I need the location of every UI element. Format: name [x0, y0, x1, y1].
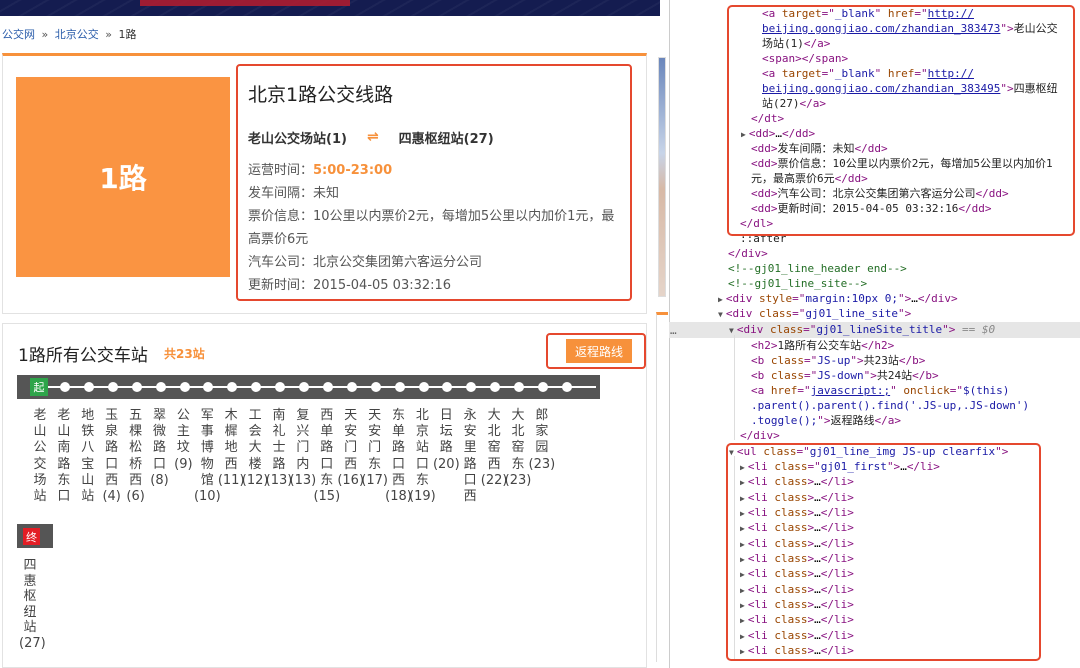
devtools-dom-node[interactable]: </div> [728, 246, 768, 261]
breadcrumb-separator: » [41, 28, 49, 41]
station-dot [299, 382, 309, 392]
breadcrumb-current: 1路 [118, 28, 137, 41]
station-item[interactable]: 永安里路口西 [459, 408, 481, 505]
devtools-indent-guide [734, 335, 735, 440]
devtools-highlight-dl [727, 5, 1075, 236]
station-dot [322, 382, 333, 392]
devtools-dom-node[interactable]: .parent().parent().find('.JS-up,.JS-down… [751, 398, 1029, 413]
breadcrumb-separator: » [105, 28, 112, 41]
breadcrumb-home-link[interactable]: 公交网 [2, 28, 35, 41]
station-item[interactable]: 复兴门内 (13) [290, 408, 317, 489]
station-dot [538, 382, 548, 392]
bus-line-page: 公交网 » 北京公交 » 1路 1路 北京1路公交线路 老山公交场站(1) ⇌ … [0, 0, 660, 668]
devtools-dom-node[interactable]: <!--gj01_line_header end--> [728, 261, 907, 276]
stations-title: 1路所有公交车站 [18, 346, 148, 366]
station-dot [83, 382, 94, 392]
devtools-dom-node[interactable]: <h2>1路所有公交车站</h2> [751, 338, 894, 353]
devtools-dom-node[interactable]: ▼ <div class="gj01_line_site"> [718, 306, 911, 322]
stations-count: 共23站 [164, 347, 205, 361]
devtools-highlight-ul [726, 443, 1041, 661]
station-item[interactable]: 老山公交场站 [29, 408, 51, 505]
start-badge: 起 [30, 378, 48, 396]
station-item[interactable]: 天安门东 (17) [361, 408, 388, 489]
station-item[interactable]: 大北窑东 (23) [505, 408, 532, 489]
bidirectional-arrow-icon: ⇌ [366, 129, 379, 145]
line-info-list: 运营时间：5:00-23:00 发车间隔：未知 票价信息：10公里以内票价2元，… [248, 159, 620, 297]
line-logo: 1路 [16, 77, 230, 277]
station-item[interactable]: 翠微路口 (8) [149, 408, 171, 489]
devtools-dom-node[interactable]: ▼ <div class="gj01_lineSite_title"> == $0 [729, 322, 995, 338]
station-item[interactable]: 老山南路东口 [53, 408, 75, 505]
devtools-dom-node[interactable]: <b class="JS-down">共24站</b> [751, 368, 939, 383]
operating-hours-label: 运营时间： [248, 163, 314, 178]
banner-logo-fragment [140, 0, 350, 6]
operating-hours: 运营时间：5:00-23:00 [248, 159, 620, 182]
station-dot [370, 382, 381, 392]
sidebar-panel-edge [656, 312, 668, 662]
sidebar-image-thumbnail [658, 57, 666, 297]
line-info-highlight: 北京1路公交线路 老山公交场站(1) ⇌ 四惠枢纽站(27) 运营时间：5:00… [236, 64, 632, 301]
end-station-item[interactable]: 四惠枢纽站 (27) [19, 558, 46, 651]
station-dot [107, 382, 118, 392]
station-dot [179, 382, 190, 392]
station-dot [155, 382, 166, 392]
devtools-dom-node[interactable]: .toggle();">返程路线</a> [751, 413, 901, 428]
station-dot [60, 382, 70, 392]
update-time: 更新时间：2015-04-05 03:32:16 [248, 278, 452, 293]
station-item[interactable]: 郎家园 (23) [529, 408, 556, 473]
devtools-dom-node[interactable]: <!--gj01_line_site--> [728, 276, 867, 291]
devtools-dom-node[interactable]: <b class="JS-up">共23站</b> [751, 353, 925, 368]
station-dot [131, 382, 142, 392]
screenshot-root: 公交网 » 北京公交 » 1路 1路 北京1路公交线路 老山公交场站(1) ⇌ … [0, 0, 1080, 668]
fare-info-line2: 高票价6元 [248, 232, 309, 247]
start-station-link[interactable]: 老山公交场站(1) [248, 128, 347, 147]
end-badge: 终 [23, 528, 40, 545]
end-station-link[interactable]: 四惠枢纽站(27) [399, 128, 494, 147]
devtools-dom-node[interactable]: </div> [740, 428, 780, 443]
bus-company: 汽车公司：北京公交集团第六客运分公司 [248, 255, 483, 270]
station-dot [346, 382, 357, 392]
return-route-button[interactable]: 返程路线 [566, 339, 632, 363]
route-track-line [40, 386, 596, 388]
station-item[interactable]: 西单路口东 (15) [313, 408, 340, 505]
station-dot [394, 382, 405, 392]
breadcrumb: 公交网 » 北京公交 » 1路 [2, 26, 136, 42]
route-endpoints: 老山公交场站(1) ⇌ 四惠枢纽站(27) [248, 124, 620, 150]
station-item[interactable]: 日坛路 (20) [433, 408, 460, 473]
station-dot [561, 382, 572, 392]
fare-info-line1: 票价信息：10公里以内票价2元，每增加5公里以内加价1元，最 [248, 209, 615, 224]
devtools-dom-node[interactable]: <a href="javascript:;" onclick="$(this) [751, 383, 1009, 398]
departure-interval: 发车间隔：未知 [248, 186, 340, 201]
breadcrumb-beijing-link[interactable]: 北京公交 [55, 28, 99, 41]
devtools-dom-node[interactable]: ▶ <div style="margin:10px 0;">…</div> [718, 291, 958, 307]
station-dot [418, 382, 429, 392]
station-item[interactable]: 军事博物馆 (10) [194, 408, 221, 505]
line-title: 北京1路公交线路 [248, 84, 394, 106]
operating-hours-value: 5:00-23:00 [313, 163, 393, 178]
station-item[interactable]: 公主坟 (9) [172, 408, 194, 473]
devtools-row-ellipsis[interactable]: … [670, 324, 677, 337]
station-item[interactable]: 五棵松桥西 (6) [125, 408, 147, 505]
